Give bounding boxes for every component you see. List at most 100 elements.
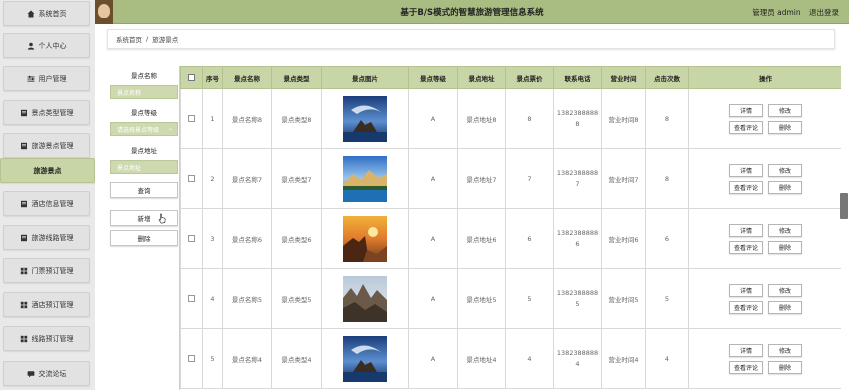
- row-checkbox[interactable]: [188, 355, 195, 362]
- logout-link[interactable]: 退出登录: [809, 8, 839, 17]
- scenic-image-mountain-peaks[interactable]: [343, 275, 387, 322]
- row-level: A: [408, 148, 458, 209]
- row-clicks: 4: [645, 328, 689, 389]
- breadcrumb-separator: /: [146, 35, 149, 43]
- sidebar-item-scenic-spots[interactable]: 旅游景点: [0, 158, 95, 183]
- sidebar-item-hotel-management[interactable]: 酒店信息管理: [3, 191, 90, 216]
- scenic-image-ocean-rock[interactable]: [343, 335, 387, 382]
- table-header-row: 序号 景点名称 景点类型 景点图片 景点等级 景点地址 景点票价 联系电话 营业…: [180, 66, 841, 89]
- doc-icon: [20, 200, 28, 208]
- sidebar-item-route-booking-management[interactable]: 线路预订管理: [3, 326, 90, 351]
- sidebar-item-label: 旅游景点: [33, 166, 62, 175]
- person-icon: [27, 42, 35, 50]
- hand-cursor-icon: [158, 213, 166, 224]
- sidebar-item-hotel-booking-management[interactable]: 酒店预订管理: [3, 292, 90, 317]
- edit-button[interactable]: 修改: [768, 103, 802, 117]
- delete-button[interactable]: 删除: [768, 360, 802, 374]
- user-label: 管理员 admin: [752, 8, 801, 17]
- delete-button[interactable]: 删除: [768, 180, 802, 194]
- sidebar-item-label: 景点类型管理: [31, 108, 74, 117]
- row-index: 5: [202, 328, 223, 389]
- detail-button[interactable]: 详情: [729, 163, 763, 177]
- row-phone: 1382388888 7: [553, 148, 602, 209]
- scenic-level-select[interactable]: 请选择景点等级 ⌄: [110, 122, 178, 136]
- chevron-down-icon: ⌄: [167, 125, 173, 132]
- edit-button[interactable]: 修改: [768, 343, 802, 357]
- row-index: 4: [202, 268, 223, 329]
- view-comments-button[interactable]: 查看评论: [729, 300, 763, 314]
- view-comments-button[interactable]: 查看评论: [729, 180, 763, 194]
- detail-button[interactable]: 详情: [729, 223, 763, 237]
- grid-icon: [20, 301, 28, 309]
- scenic-image-sunset-cliff[interactable]: [343, 215, 387, 262]
- detail-button[interactable]: 详情: [729, 103, 763, 117]
- row-actions: 详情 修改 查看评论 删除: [688, 88, 841, 149]
- scenic-address-input[interactable]: 景点地址: [110, 160, 178, 174]
- edit-button[interactable]: 修改: [768, 223, 802, 237]
- row-type: 景点类型4: [271, 328, 322, 389]
- sidebar-item-label: 线路预订管理: [31, 334, 74, 343]
- row-level: A: [408, 208, 458, 269]
- query-button[interactable]: 查询: [110, 182, 178, 198]
- sidebar-item-home[interactable]: 系统首页: [3, 1, 90, 26]
- sidebar-item-label: 个人中心: [38, 41, 67, 50]
- edit-button[interactable]: 修改: [768, 163, 802, 177]
- breadcrumb: 系统首页 / 旅游景点: [107, 29, 835, 49]
- edit-button[interactable]: 修改: [768, 283, 802, 297]
- scenic-image-lake-mountain[interactable]: [343, 155, 387, 202]
- row-name: 景点名称5: [222, 268, 272, 329]
- view-comments-button[interactable]: 查看评论: [729, 360, 763, 374]
- user-info: 管理员 admin 退出登录: [746, 7, 839, 18]
- table-row: 5 景点名称4 景点类型4 A 景点地址4 4 1382388888 4 营业时…: [180, 328, 841, 389]
- select-all-checkbox[interactable]: [188, 74, 195, 81]
- sidebar-item-ticket-booking-management[interactable]: 门票预订管理: [3, 258, 90, 283]
- header-price: 景点票价: [505, 66, 554, 89]
- detail-button[interactable]: 详情: [729, 343, 763, 357]
- row-clicks: 8: [645, 148, 689, 209]
- row-checkbox[interactable]: [188, 115, 195, 122]
- delete-button[interactable]: 删除: [768, 240, 802, 254]
- header-level: 景点等级: [408, 66, 458, 89]
- view-comments-button[interactable]: 查看评论: [729, 120, 763, 134]
- row-price: 8: [505, 88, 554, 149]
- scenic-name-input[interactable]: 景点名称: [110, 85, 178, 99]
- sidebar-item-scenic-spot-management[interactable]: 旅游景点管理: [3, 133, 90, 158]
- header-select-all[interactable]: [180, 66, 203, 89]
- row-image-cell: [321, 148, 409, 209]
- sidebar-item-user-management[interactable]: 用户管理: [3, 66, 90, 91]
- row-address: 景点地址4: [457, 328, 506, 389]
- header-image: 景点图片: [321, 66, 409, 89]
- sidebar-item-forum[interactable]: 交流论坛: [3, 361, 90, 386]
- row-type: 景点类型5: [271, 268, 322, 329]
- delete-button[interactable]: 删除: [768, 120, 802, 134]
- sidebar-item-scenic-type-management[interactable]: 景点类型管理: [3, 100, 90, 125]
- forum-icon: [27, 370, 35, 378]
- view-comments-button[interactable]: 查看评论: [729, 240, 763, 254]
- delete-selected-button[interactable]: 删除: [110, 230, 178, 246]
- breadcrumb-home[interactable]: 系统首页: [116, 34, 142, 44]
- table-row: 1 景点名称8 景点类型8 A 景点地址8 8 1382388888 8 营业时…: [180, 88, 841, 149]
- scenic-image-ocean-rock[interactable]: [343, 95, 387, 142]
- row-checkbox[interactable]: [188, 235, 195, 242]
- row-image-cell: [321, 208, 409, 269]
- row-hours: 营业时间8: [601, 88, 646, 149]
- row-actions: 详情 修改 查看评论 删除: [688, 268, 841, 329]
- detail-button[interactable]: 详情: [729, 283, 763, 297]
- sidebar-item-label: 酒店预订管理: [31, 300, 74, 309]
- doc-icon: [20, 109, 28, 117]
- header-address: 景点地址: [457, 66, 506, 89]
- row-name: 景点名称6: [222, 208, 272, 269]
- row-image-cell: [321, 268, 409, 329]
- page-scrollbar[interactable]: [840, 193, 848, 219]
- row-checkbox[interactable]: [188, 295, 195, 302]
- add-button[interactable]: 新增: [110, 210, 178, 226]
- delete-button[interactable]: 删除: [768, 300, 802, 314]
- row-price: 5: [505, 268, 554, 329]
- row-checkbox[interactable]: [188, 175, 195, 182]
- row-address: 景点地址6: [457, 208, 506, 269]
- sliders-icon: [27, 75, 35, 83]
- scenic-address-label: 景点地址: [131, 147, 157, 155]
- row-hours: 营业时间7: [601, 148, 646, 209]
- sidebar-item-personal-center[interactable]: 个人中心: [3, 33, 90, 58]
- sidebar-item-route-management[interactable]: 旅游线路管理: [3, 225, 90, 250]
